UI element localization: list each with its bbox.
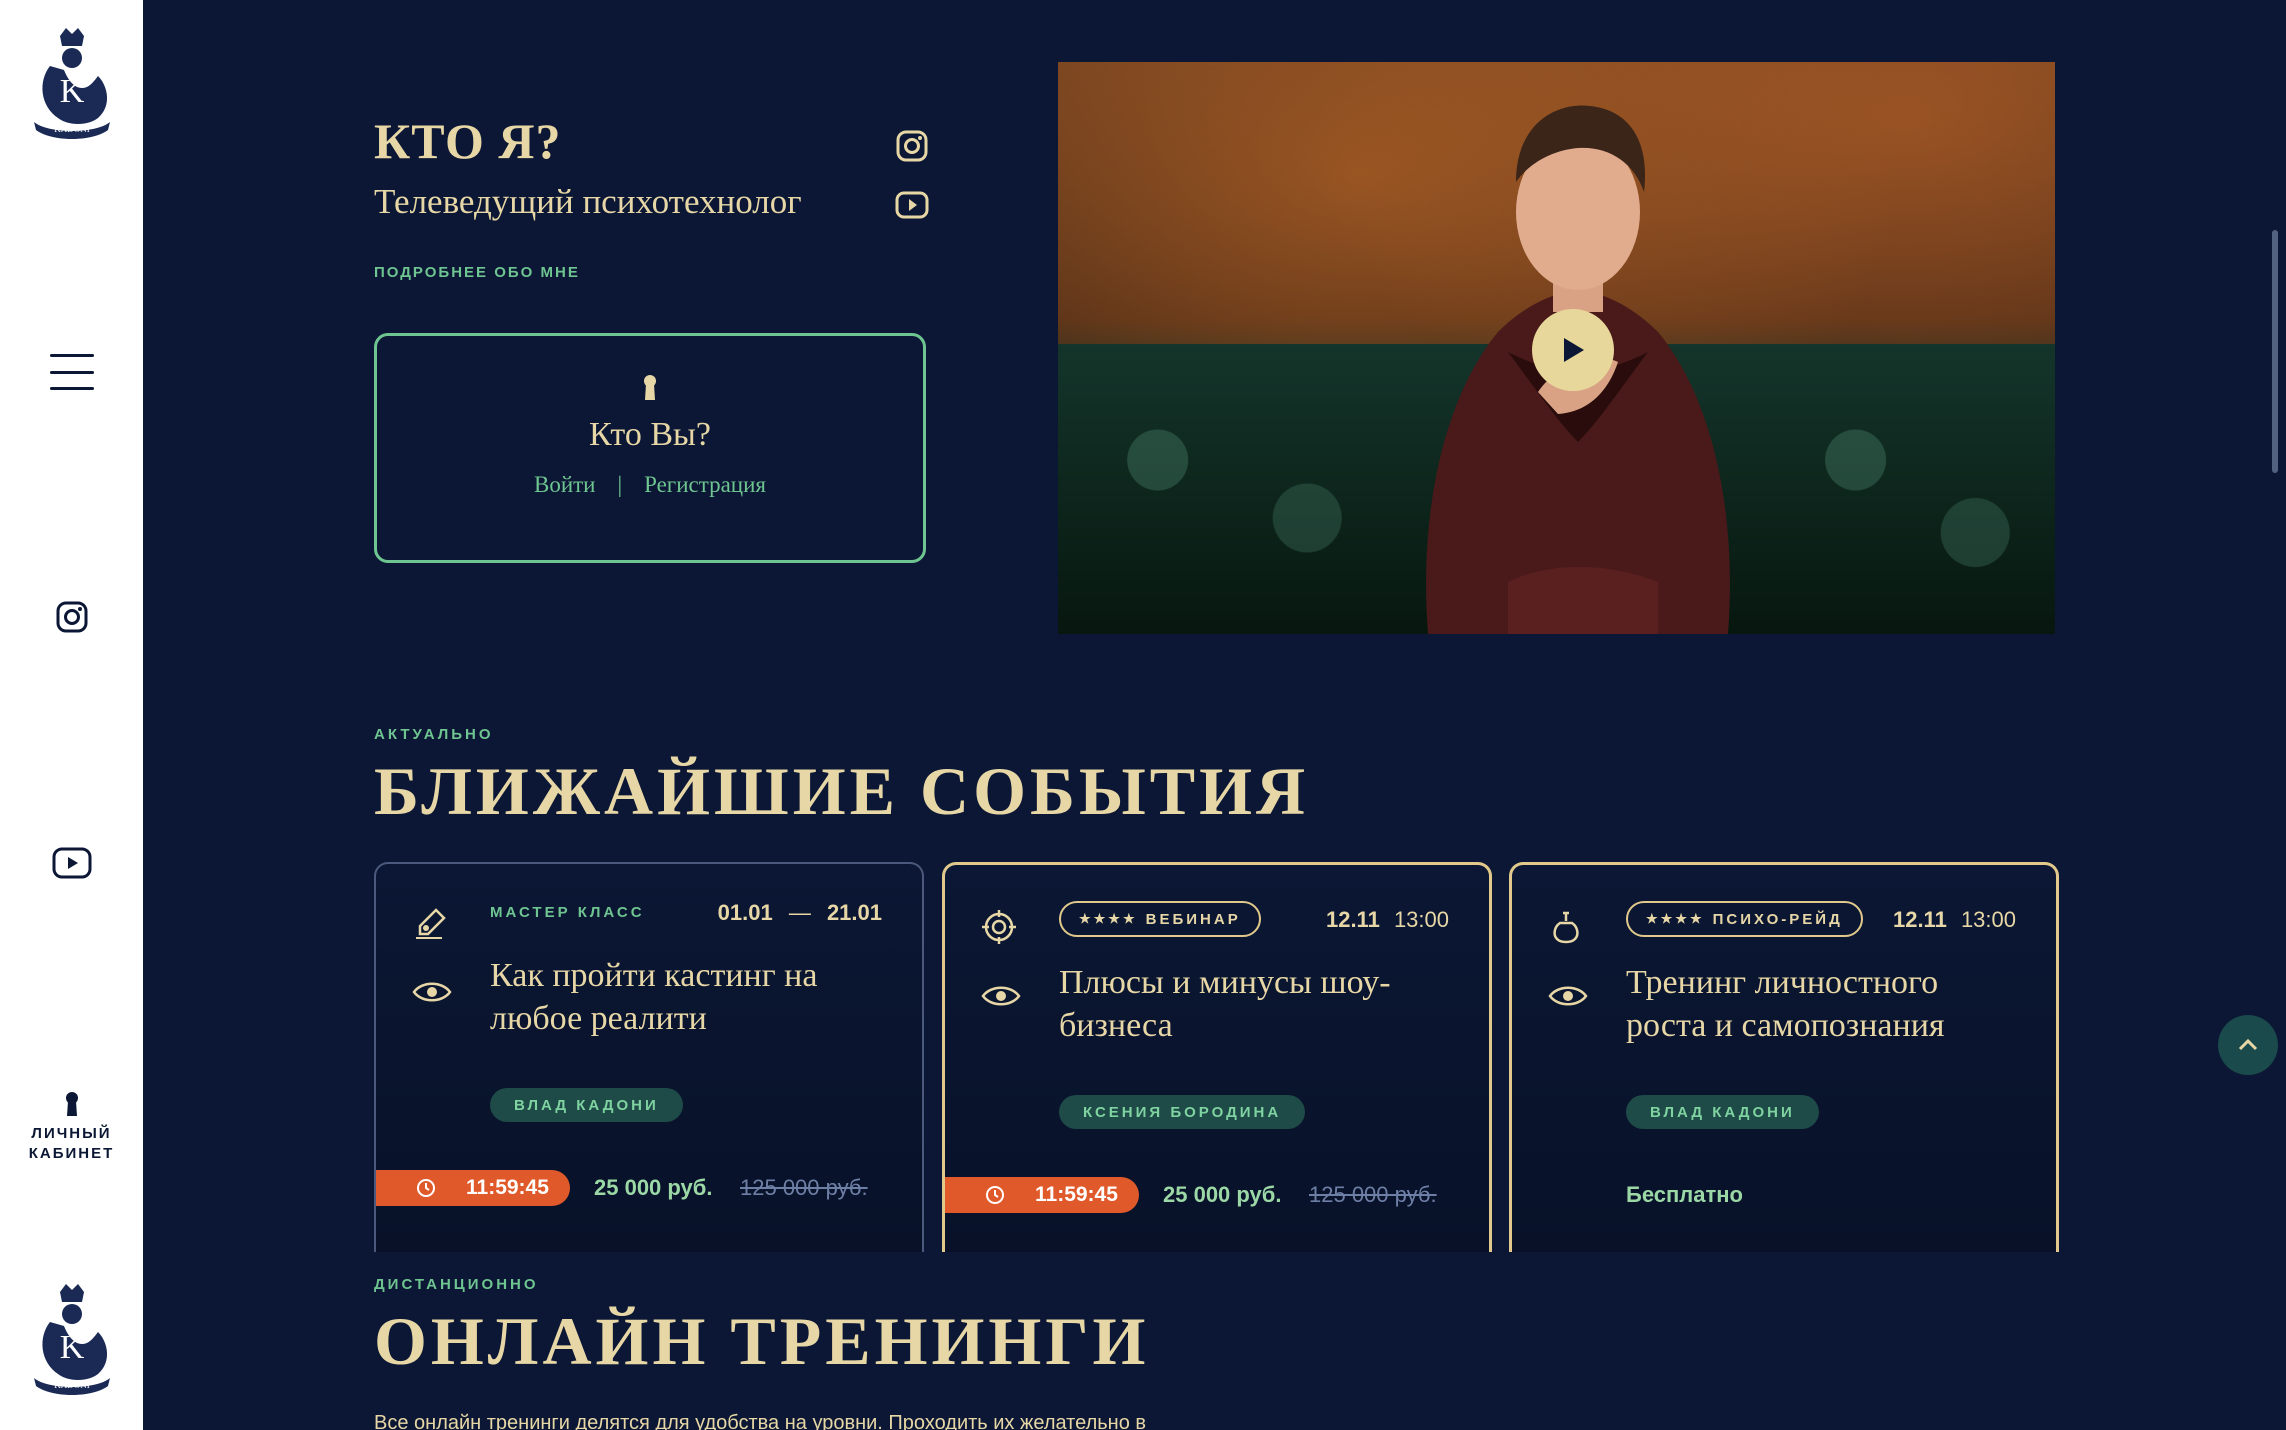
kadoni-logo: K KADONI (33, 28, 110, 139)
event-title[interactable]: Плюсы и минусы шоу-бизнеса (1059, 961, 1459, 1047)
clock-icon (417, 1179, 435, 1197)
burger-menu-icon[interactable] (49, 354, 94, 390)
keyhole-icon (65, 1092, 78, 1116)
eye-icon[interactable] (981, 983, 1021, 1009)
personal-cabinet-link[interactable]: ЛИЧНЫЙ КАБИНЕТ (0, 1092, 143, 1164)
event-price: 25 000 руб. (594, 1175, 713, 1200)
login-link[interactable]: Войти (534, 472, 596, 498)
event-date: 12.11 13:00 (1892, 907, 2016, 932)
sidebar-instagram-link[interactable] (0, 600, 143, 634)
login-title: Кто Вы? (589, 416, 711, 453)
event-old-price: 125 000 руб. (740, 1175, 868, 1200)
event-title[interactable]: Тренинг личностного роста и самопознания (1626, 961, 2026, 1047)
target-icon (982, 910, 1016, 944)
pen-icon (416, 908, 446, 939)
logo-bottom[interactable]: K KADONI (0, 1282, 143, 1400)
about-subtitle: Телеведущий психотехнолог (374, 182, 802, 221)
login-separator: | (617, 472, 623, 497)
event-timer: 11:59:45 (945, 1177, 1139, 1213)
chevron-up-icon (2238, 1038, 2258, 1051)
register-link[interactable]: Регистрация (644, 472, 766, 498)
main-content: КТО Я? Телеведущий психотехнолог ПОДРОБН… (143, 0, 2286, 1430)
logo-top[interactable]: K KADONI (0, 26, 143, 144)
svg-text:KADONI: KADONI (54, 1380, 90, 1390)
login-box: Кто Вы? Войти | Регистрация (374, 333, 926, 563)
event-price: 25 000 руб. (1163, 1182, 1282, 1207)
intro-video[interactable] (1058, 62, 2055, 634)
menu-button[interactable] (0, 354, 143, 390)
event-date-range: 01.01 — 21.01 (717, 900, 882, 925)
play-icon (1564, 338, 1584, 362)
eye-icon[interactable] (412, 979, 452, 1005)
event-card[interactable]: ★★★★ ПСИХО-РЕЙД 12.11 13:00 Тренинг личн… (1509, 862, 2059, 1252)
instagram-icon[interactable] (895, 129, 929, 163)
youtube-icon[interactable] (895, 188, 929, 222)
svg-text:K: K (59, 1329, 84, 1366)
eye-icon[interactable] (1548, 983, 1588, 1009)
event-author[interactable]: КСЕНИЯ БОРОДИНА (1059, 1095, 1306, 1129)
event-type: МАСТЕР КЛАСС (490, 904, 645, 921)
online-title: ОНЛАЙН ТРЕНИНГИ (374, 1303, 1150, 1379)
scroll-up-button[interactable] (2218, 1015, 2278, 1075)
video-play-button[interactable] (1532, 309, 1614, 391)
kadoni-logo: K KADONI (33, 1284, 110, 1395)
event-type-badge: ★★★★ ПСИХО-РЕЙД (1626, 901, 1863, 937)
event-card[interactable]: МАСТЕР КЛАСС 01.01 — 21.01 Как пройти ка… (374, 862, 924, 1252)
event-author[interactable]: ВЛАД КАДОНИ (490, 1088, 683, 1122)
youtube-icon (52, 847, 91, 879)
login-links: Войти | Регистрация (534, 472, 766, 498)
personal-cabinet-label: ЛИЧНЫЙ КАБИНЕТ (28, 1125, 115, 1162)
event-timer: 11:59:45 (376, 1170, 570, 1206)
keyhole-icon (644, 375, 656, 400)
event-price-free: Бесплатно (1626, 1182, 1743, 1207)
page-scrollbar[interactable] (2272, 230, 2278, 473)
flask-icon (1553, 911, 1579, 944)
about-more-link[interactable]: ПОДРОБНЕЕ ОБО МНЕ (374, 264, 580, 281)
online-kicker: ДИСТАНЦИОННО (374, 1276, 539, 1293)
about-title: КТО Я? (374, 113, 562, 169)
svg-text:KADONI: KADONI (54, 124, 90, 134)
event-old-price: 125 000 руб. (1309, 1182, 1437, 1207)
event-title[interactable]: Как пройти кастинг на любое реалити (490, 954, 890, 1040)
sidebar-youtube-link[interactable] (0, 847, 143, 879)
online-description: Все онлайн тренинги делятся для удобства… (374, 1412, 1147, 1430)
event-card[interactable]: ★★★★ ВЕБИНАР 12.11 13:00 Плюсы и минусы … (942, 862, 1492, 1252)
svg-text:K: K (59, 73, 84, 110)
event-author[interactable]: ВЛАД КАДОНИ (1626, 1095, 1819, 1129)
instagram-icon (56, 601, 87, 633)
event-date: 12.11 13:00 (1325, 907, 1449, 932)
events-kicker: АКТУАЛЬНО (374, 726, 494, 743)
sidebar: K KADONI ЛИЧНЫЙ КАБИНЕТ K KADONI (0, 0, 143, 1430)
event-type-badge: ★★★★ ВЕБИНАР (1059, 901, 1261, 937)
events-title: БЛИЖАЙШИЕ СОБЫТИЯ (374, 753, 1310, 829)
clock-icon (986, 1186, 1004, 1204)
